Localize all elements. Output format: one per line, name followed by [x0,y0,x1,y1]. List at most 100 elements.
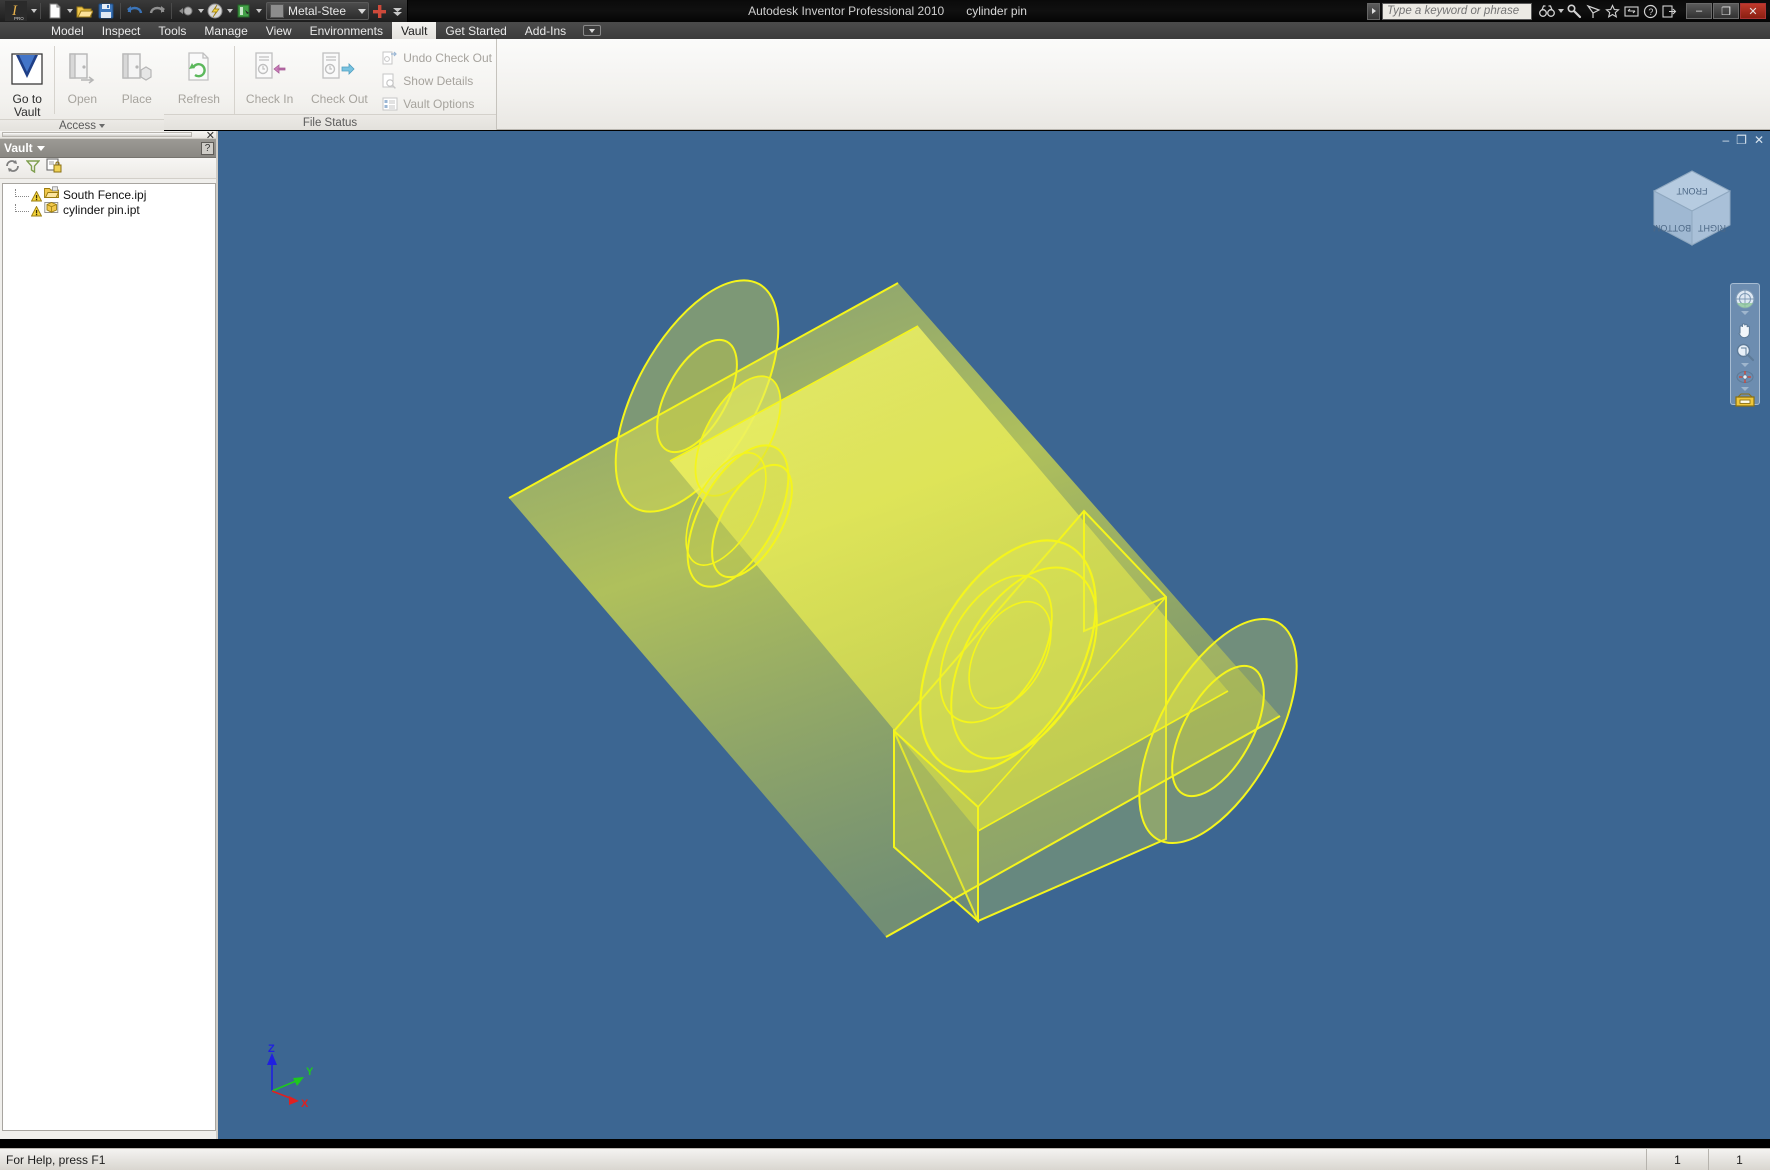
vault-options-button[interactable]: Vault Options [378,93,496,114]
material-value: Metal-Stee [288,4,347,18]
new-file-button[interactable] [44,1,66,21]
tab-vault[interactable]: Vault [391,22,437,39]
app-menu-caret-icon[interactable] [31,9,37,13]
help-icon[interactable]: ? [1642,3,1659,20]
binoculars-icon[interactable] [1538,3,1555,20]
tree-item-project[interactable]: South Fence.ipj [3,185,215,202]
zoom-caret-icon[interactable] [1741,363,1749,367]
browser-dropdown-icon[interactable] [36,145,45,151]
tab-environments[interactable]: Environments [301,22,392,39]
minimize-button[interactable]: – [1686,3,1712,19]
look-at-icon[interactable] [1732,392,1758,408]
panel-title-file-status-label: File Status [302,116,358,129]
warning-icon [30,189,43,202]
go-to-vault-button[interactable]: Go to Vault [0,42,54,119]
tree-item-part[interactable]: cylinder pin.ipt [3,201,215,219]
tab-add-ins[interactable]: Add-Ins [516,22,575,39]
check-in-label: Check In [245,92,294,106]
refresh-label: Refresh [177,92,220,106]
navigation-bar [1730,283,1760,408]
part-file-icon [44,201,59,219]
redo-button[interactable] [146,1,168,21]
material-dropdown[interactable]: Metal-Stee [266,2,370,20]
material-caret-down-icon[interactable] [358,8,367,14]
tab-view[interactable]: View [257,22,301,39]
orbit-caret-icon[interactable] [1741,387,1749,391]
ribbon-panel-file-status: Refresh Check In Check Out Undo Check Ou… [164,39,496,130]
material-caret-icon[interactable] [256,9,262,13]
status-bar: For Help, press F1 1 1 [0,1148,1770,1170]
view-cube[interactable]: FRONT BOTTOM RIGHT [1646,161,1738,253]
zoom-magnifier-icon[interactable] [1732,342,1758,362]
undo-button[interactable] [124,1,146,21]
undo-check-out-button[interactable]: Undo Check Out [378,47,496,68]
open-button[interactable]: Open [55,42,109,106]
viewport-minimize-button[interactable]: – [1722,133,1729,147]
tab-inspect[interactable]: Inspect [93,22,150,39]
search-input[interactable] [1382,2,1532,20]
tab-get-started[interactable]: Get Started [436,22,515,39]
exchange-icon[interactable] [1623,3,1640,20]
inventor-window: I PRO Metal-Stee Autodesk Inventor Profe… [0,0,1770,1170]
update-button[interactable] [204,1,226,21]
wrench-icon[interactable] [1566,3,1583,20]
viewport-restore-button[interactable]: ❐ [1736,133,1747,147]
browser-horizontal-scrollbar[interactable]: ✕ [0,129,218,142]
search-arrow-icon [1371,8,1376,14]
select-tool-button[interactable] [175,1,197,21]
browser-close-icon[interactable]: ✕ [206,129,215,142]
filter-icon[interactable] [25,159,41,178]
steering-wheel-icon[interactable] [1732,288,1758,310]
inventor-app-button[interactable]: I PRO [2,1,30,21]
panel-title-file-status[interactable]: File Status [164,114,496,130]
quick-access-toolbar: I PRO Metal-Stee [0,0,409,22]
add-to-qat-button[interactable] [369,1,389,21]
restore-button[interactable]: ❐ [1713,3,1739,19]
browser-title-bar[interactable]: Vault ? [0,139,218,158]
check-out-button[interactable]: Check Out [304,42,374,106]
vault-options-icon [382,96,398,112]
browser-title-label: Vault [4,141,33,155]
document-title: cylinder pin [966,4,1027,18]
refresh-icon[interactable] [5,159,20,178]
title-bar: I PRO Metal-Stee Autodesk Inventor Profe… [0,0,1770,22]
viewport-close-button[interactable]: ✕ [1754,133,1764,147]
qat-divider-2 [120,3,121,19]
star-icon[interactable] [1604,3,1621,20]
satellite-icon[interactable] [1585,3,1602,20]
ribbon-minimize-button[interactable] [583,25,602,36]
cylinder-pin-model[interactable] [218,131,1770,1139]
pan-hand-icon[interactable] [1732,321,1758,341]
signout-icon[interactable] [1661,3,1678,20]
vault-file-tree[interactable]: South Fence.ipj cylinder pin.ipt [2,183,216,1131]
binoculars-caret-icon[interactable] [1558,9,1564,13]
tree-connector-2 [15,203,29,212]
scrollbar-thumb[interactable] [2,132,192,137]
steering-wheel-caret-icon[interactable] [1741,311,1749,315]
check-in-icon [249,48,291,90]
browser-help-icon[interactable]: ? [201,141,214,155]
show-details-button[interactable]: Show Details [378,70,496,91]
add-lock-icon[interactable] [46,158,62,178]
orbit-icon[interactable] [1732,368,1758,386]
material-appearance-button[interactable] [233,1,255,21]
save-file-button[interactable] [95,1,117,21]
place-button[interactable]: Place [110,42,164,106]
status-message: For Help, press F1 [6,1152,106,1167]
warning-icon [30,204,43,217]
model-viewport[interactable]: – ❐ ✕ FRONT BOTTOM RIGHT Z Y X [218,131,1770,1139]
tab-manage[interactable]: Manage [195,22,256,39]
close-button[interactable]: ✕ [1740,3,1766,19]
tab-model[interactable]: Model [42,22,93,39]
search-zone: ? – ❐ ✕ [1367,0,1770,22]
qat-customize-button[interactable] [389,1,405,21]
status-cell-2: 1 [1708,1148,1770,1170]
search-expand-button[interactable] [1367,2,1380,20]
refresh-button[interactable]: Refresh [164,42,234,106]
check-in-button[interactable]: Check In [235,42,305,106]
show-details-icon [382,73,398,89]
open-door-icon [61,48,103,90]
open-file-button[interactable] [73,1,95,21]
undo-check-out-label: Undo Check Out [403,50,492,65]
tab-tools[interactable]: Tools [149,22,195,39]
